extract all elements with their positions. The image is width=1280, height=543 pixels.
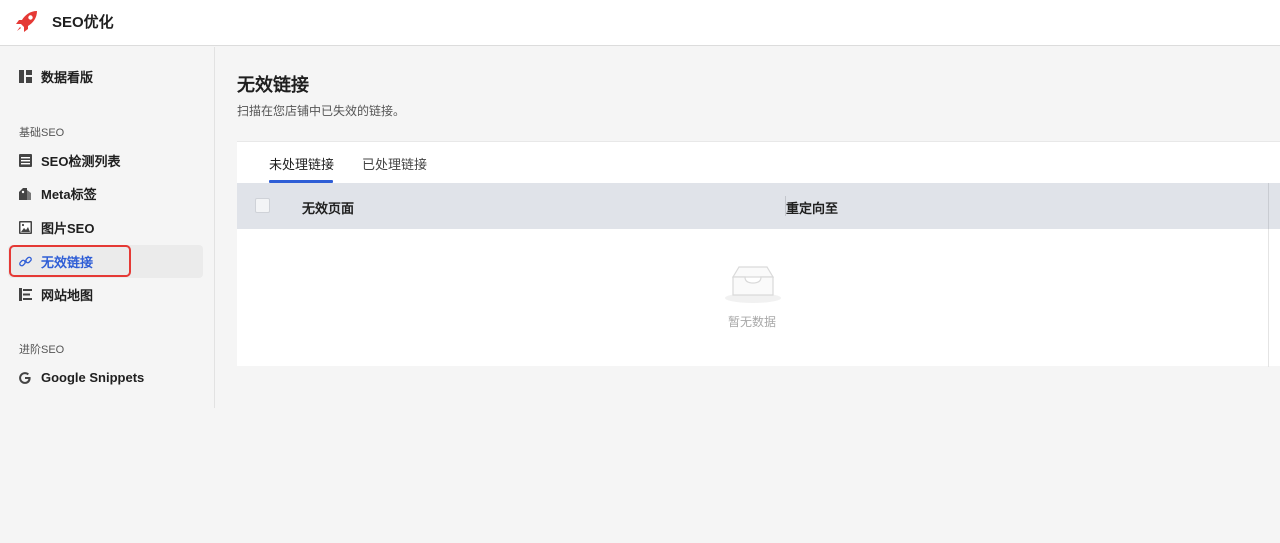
sidebar: 数据看版 基础SEO SEO检测列表 Meta标签 图片SEO 无效链接 网站地…	[0, 47, 215, 408]
sitemap-icon	[18, 288, 32, 302]
sidebar-item-label: 无效链接	[41, 255, 94, 270]
image-icon	[18, 221, 32, 235]
sidebar-item-dashboard[interactable]: 数据看版	[8, 60, 203, 93]
sidebar-item-broken-links[interactable]: 无效链接	[8, 245, 203, 278]
sidebar-item-label: 图片SEO	[41, 221, 95, 236]
rocket-icon[interactable]	[14, 8, 40, 34]
empty-state-text: 暂无数据	[728, 315, 777, 329]
sidebar-item-sitemap[interactable]: 网站地图	[8, 278, 203, 311]
broken-links-card: 未处理链接 已处理链接 无效页面 重定向至 暂无数据	[237, 141, 1280, 367]
dashboard-icon	[18, 70, 32, 84]
sidebar-group-basic: 基础SEO	[19, 127, 65, 139]
tag-icon	[18, 187, 32, 201]
sidebar-item-google-snippets[interactable]: Google Snippets	[8, 361, 203, 394]
column-header-broken-page: 无效页面	[302, 201, 355, 216]
sidebar-item-seo-list[interactable]: SEO检测列表	[8, 144, 203, 177]
empty-inbox-icon	[725, 266, 781, 303]
page-title: 无效链接	[237, 75, 309, 95]
app-title: SEO优化	[52, 14, 114, 31]
table-border	[1268, 229, 1269, 367]
top-bar: SEO优化	[0, 0, 1280, 46]
sidebar-item-image-seo[interactable]: 图片SEO	[8, 211, 203, 244]
tab-processed-links[interactable]: 已处理链接	[362, 154, 427, 173]
google-icon	[18, 371, 32, 385]
sidebar-item-label: SEO检测列表	[41, 154, 121, 169]
sidebar-group-advanced: 进阶SEO	[19, 344, 65, 356]
tab-unprocessed-links[interactable]: 未处理链接	[269, 154, 334, 173]
sidebar-item-label: Meta标签	[41, 187, 97, 202]
list-icon	[18, 154, 32, 168]
column-header-redirect-to: 重定向至	[786, 201, 839, 216]
select-all-checkbox[interactable]	[255, 198, 270, 213]
sidebar-item-label: 网站地图	[41, 288, 94, 303]
tab-bar: 未处理链接 已处理链接	[237, 142, 1280, 183]
table-header-scroll-gutter	[1268, 183, 1280, 229]
sidebar-item-label: Google Snippets	[41, 370, 145, 385]
sidebar-item-label: 数据看版	[41, 70, 94, 85]
table-header: 无效页面 重定向至	[237, 183, 1268, 229]
link-icon	[18, 255, 32, 269]
sidebar-item-meta-tags[interactable]: Meta标签	[8, 177, 203, 210]
page-description: 扫描在您店铺中已失效的链接。	[237, 104, 406, 118]
